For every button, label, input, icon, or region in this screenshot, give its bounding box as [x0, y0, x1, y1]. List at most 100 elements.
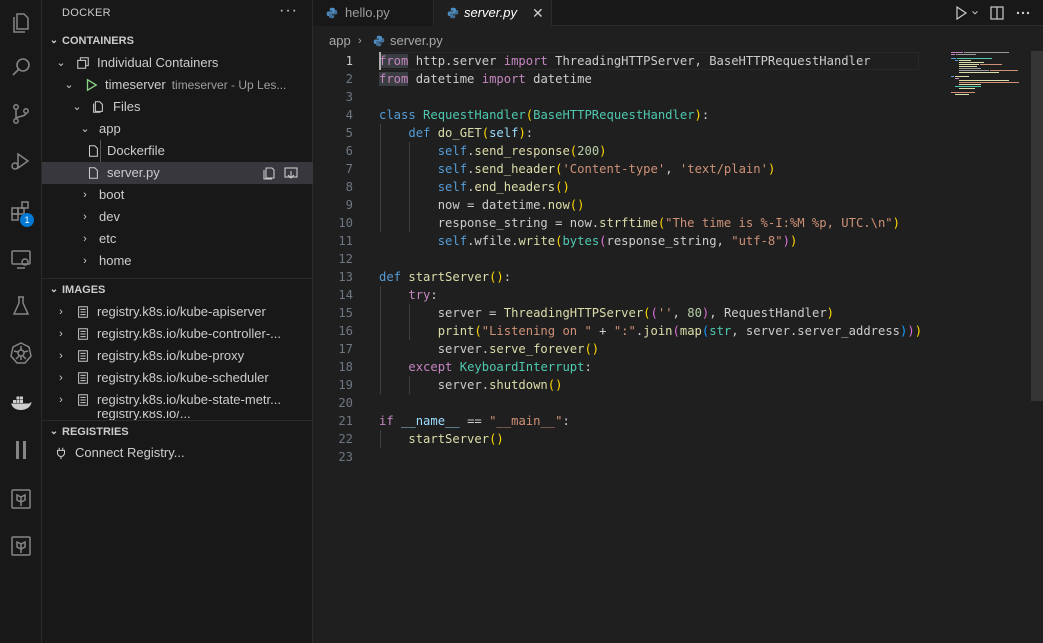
files-icon [93, 101, 103, 113]
code-line: server = ThreadingHTTPServer(('', 80), R… [379, 306, 835, 320]
line-number: 1 [345, 54, 353, 68]
files-icon[interactable] [0, 0, 42, 46]
tree-item-server-py[interactable]: server.py [42, 162, 313, 184]
remote-explorer-icon[interactable] [0, 236, 42, 282]
text-cursor [379, 52, 381, 70]
image-icon [78, 372, 88, 384]
run-icon[interactable] [953, 5, 969, 21]
run-debug-icon[interactable] [0, 138, 42, 184]
line-number: 23 [338, 450, 353, 464]
testing-icon[interactable] [0, 283, 42, 329]
image-item[interactable]: › registry.k8s.io/kube-state-metr... [42, 389, 313, 411]
image-item[interactable]: › registry.k8s.io/kube-controller-... [42, 323, 313, 345]
tree-item-timeserver[interactable]: ⌄ timeserver timeserver - Up Les... [42, 74, 313, 96]
breadcrumb-item[interactable]: server.py [390, 30, 443, 52]
tab-server-py[interactable]: server.py ✕ [434, 0, 552, 26]
chevron-right-icon: › [83, 189, 87, 201]
tree-item-label: boot [99, 187, 125, 202]
registries-section-header[interactable]: ⌄ REGISTRIES [42, 421, 313, 443]
tree-item-folder[interactable]: › boot [42, 184, 313, 206]
more-actions-button[interactable]: ··· [279, 0, 298, 26]
extensions-icon[interactable]: 1 [0, 188, 42, 234]
image-icon [78, 350, 88, 362]
line-number: 5 [345, 126, 353, 140]
source-control-icon[interactable] [0, 91, 42, 137]
tree-item-dockerfile[interactable]: Dockerfile [42, 140, 313, 162]
editor-actions [953, 5, 1031, 21]
chevron-down-icon[interactable] [971, 5, 979, 21]
line-number: 2 [345, 72, 353, 86]
line-number: 18 [338, 360, 353, 374]
code-line: class RequestHandler(BaseHTTPRequestHand… [379, 108, 710, 122]
tree-item-label: Individual Containers [97, 55, 219, 70]
tree-item-label: server.py [107, 165, 160, 180]
containers-header-label: CONTAINERS [62, 35, 134, 47]
containers-section-header[interactable]: ⌄ CONTAINERS [42, 30, 313, 52]
chevron-right-icon: › [83, 255, 87, 267]
line-number: 16 [338, 324, 353, 338]
image-item-partial[interactable]: registry.k8s.io/... [42, 411, 313, 420]
tree-item-individual-containers[interactable]: ⌄ Individual Containers [42, 52, 313, 74]
connect-registry-label: Connect Registry... [75, 445, 185, 460]
tree-item-folder[interactable]: › dev [42, 206, 313, 228]
close-icon[interactable]: ✕ [532, 0, 544, 26]
line-number: 4 [345, 108, 353, 122]
chevron-down-icon: ⌄ [56, 57, 66, 69]
code-line: if __name__ == "__main__": [379, 414, 570, 428]
image-label: registry.k8s.io/kube-state-metr... [97, 392, 281, 407]
more-actions-icon[interactable] [1015, 5, 1031, 21]
download-file-icon[interactable] [283, 165, 299, 181]
line-number: 21 [338, 414, 353, 428]
line-number: 19 [338, 378, 353, 392]
terraform-cloud-icon[interactable] [0, 523, 42, 569]
chevron-right-icon: › [59, 372, 63, 384]
open-file-icon[interactable] [261, 165, 277, 181]
image-item[interactable]: › registry.k8s.io/kube-proxy [42, 345, 313, 367]
tree-item-app[interactable]: ⌄ app [42, 118, 313, 140]
activity-bar: 1 [0, 0, 42, 643]
line-number: 9 [345, 198, 353, 212]
image-item[interactable]: › registry.k8s.io/kube-scheduler [42, 367, 313, 389]
tree-item-folder[interactable]: › etc [42, 228, 313, 250]
tab-hello-py[interactable]: hello.py [313, 0, 434, 26]
running-play-icon [86, 78, 98, 92]
line-number: 22 [338, 432, 353, 446]
code-line: now = datetime.now() [379, 198, 585, 212]
images-header-label: IMAGES [62, 284, 106, 296]
chevron-right-icon: › [83, 211, 87, 223]
docker-icon[interactable] [0, 380, 42, 426]
tree-item-files[interactable]: ⌄ Files [42, 96, 313, 118]
tree-item-label: etc [99, 231, 117, 246]
line-number: 13 [338, 270, 353, 284]
images-section-header[interactable]: ⌄ IMAGES [42, 279, 313, 301]
breadcrumb-item[interactable]: app [329, 30, 351, 52]
code-line: def do_GET(self): [408, 126, 534, 140]
chevron-down-icon: ⌄ [64, 79, 74, 91]
image-label: registry.k8s.io/kube-controller-... [97, 326, 281, 341]
search-icon[interactable] [0, 44, 42, 90]
connect-registry-item[interactable]: Connect Registry... [42, 442, 313, 464]
tree-item-label: dev [99, 209, 120, 224]
chevron-down-icon: ⌄ [49, 426, 59, 437]
split-editor-icon[interactable] [989, 5, 1005, 21]
pause-icon[interactable] [0, 427, 42, 473]
minimap[interactable] [951, 51, 1031, 101]
chevron-right-icon: › [59, 306, 63, 318]
python-file-icon [373, 35, 385, 47]
extensions-badge: 1 [20, 213, 34, 227]
line-number: 10 [338, 216, 353, 230]
line-number: 15 [338, 306, 353, 320]
kubernetes-icon[interactable] [0, 330, 42, 376]
image-item[interactable]: › registry.k8s.io/kube-apiserver [42, 301, 313, 323]
code-editor[interactable]: 1 2 3 4 5 6 7 8 9 10 11 12 13 14 15 16 1… [313, 51, 1043, 643]
tree-item-folder[interactable]: › home [42, 250, 313, 272]
chevron-right-icon: › [358, 35, 362, 47]
image-icon [78, 394, 88, 406]
file-icon [88, 167, 98, 179]
vertical-scrollbar[interactable] [1031, 51, 1043, 401]
chevron-down-icon: ⌄ [80, 123, 90, 135]
image-label: registry.k8s.io/kube-scheduler [97, 370, 269, 385]
terraform-icon[interactable] [0, 476, 42, 522]
line-number: 7 [345, 162, 353, 176]
editor-tabs: hello.py server.py ✕ [313, 0, 1043, 26]
